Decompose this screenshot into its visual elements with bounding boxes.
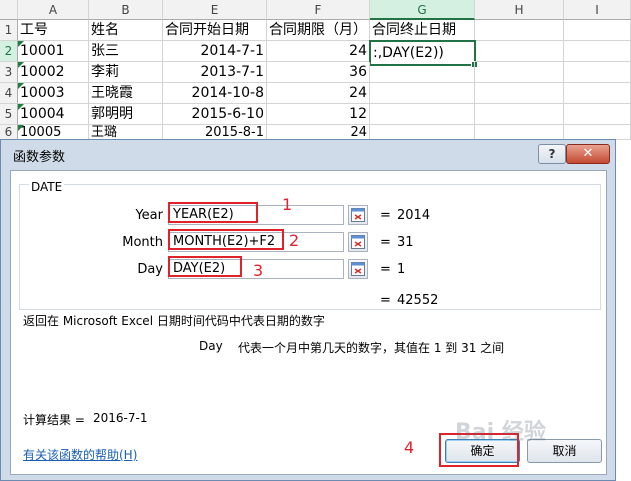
help-question-button[interactable]: ?: [538, 144, 566, 164]
cell-e6[interactable]: 2015-8-1: [163, 125, 267, 140]
cell-b6[interactable]: 王璐: [89, 125, 163, 140]
column-header-b[interactable]: B: [89, 0, 163, 20]
day-equals: =: [380, 262, 391, 277]
annotation-number-1: 1: [282, 195, 293, 214]
cell-i2[interactable]: [564, 41, 631, 62]
row-header-5[interactable]: 5: [0, 104, 18, 125]
cell-i5[interactable]: [564, 104, 631, 125]
cell-h2[interactable]: [475, 41, 564, 62]
arg-label-day: Day: [137, 262, 163, 277]
cell-f3[interactable]: 36: [267, 62, 370, 83]
cell-i6[interactable]: [564, 125, 631, 140]
row-header-2[interactable]: 2: [0, 41, 18, 62]
function-description: 返回在 Microsoft Excel 日期时间代码中代表日期的数字: [23, 314, 325, 328]
cell-b3[interactable]: 李莉: [89, 62, 163, 83]
cell-e2[interactable]: 2014-7-1: [163, 41, 267, 62]
cell-i3[interactable]: [564, 62, 631, 83]
year-collapse-button[interactable]: [348, 205, 368, 225]
select-all-corner[interactable]: [0, 0, 18, 20]
range-select-icon: [351, 208, 365, 222]
dialog-title: 函数参数: [13, 150, 66, 165]
row-header-6[interactable]: 6: [0, 125, 18, 140]
arg-label-month: Month: [122, 235, 163, 250]
calc-result-label: 计算结果 =: [23, 413, 85, 427]
cell-h4[interactable]: [475, 83, 564, 104]
cell-g5[interactable]: [370, 104, 475, 125]
cell-h1[interactable]: [475, 20, 564, 41]
cell-a6[interactable]: 10005: [18, 125, 89, 140]
range-select-icon: [351, 235, 365, 249]
day-result: 1: [397, 262, 406, 277]
annotation-number-4: 4: [404, 438, 415, 457]
function-name-label: DATE: [29, 180, 65, 194]
cell-e5[interactable]: 2015-6-10: [163, 104, 267, 125]
month-collapse-button[interactable]: [348, 232, 368, 252]
arg-help-text: 代表一个月中第几天的数字，其值在 1 到 31 之间: [238, 341, 505, 355]
month-equals: =: [380, 235, 391, 250]
baidu-watermark: Bai 经验: [455, 420, 546, 445]
cell-h5[interactable]: [475, 104, 564, 125]
close-icon: ✕: [582, 146, 594, 161]
year-equals: =: [380, 208, 391, 223]
cell-h3[interactable]: [475, 62, 564, 83]
spreadsheet: A B E F G H I 1 2 3 4 5 工号 姓名 合同开始日期 合同期…: [0, 0, 631, 140]
cell-f2[interactable]: 24: [267, 41, 370, 62]
row-header-1[interactable]: 1: [0, 20, 18, 41]
annotation-box-1: [168, 202, 258, 223]
column-header-e[interactable]: E: [163, 0, 267, 20]
dialog-titlebar[interactable]: 函数参数 ? ✕: [1, 140, 615, 168]
cell-g1[interactable]: 合同终止日期: [370, 20, 475, 41]
column-header-g[interactable]: G: [370, 0, 475, 20]
annotation-box-3: [168, 256, 242, 277]
close-button[interactable]: ✕: [566, 144, 610, 164]
cell-e4[interactable]: 2014-10-8: [163, 83, 267, 104]
column-header-h[interactable]: H: [475, 0, 564, 20]
arg-label-year: Year: [135, 208, 163, 223]
annotation-box-2: [168, 229, 284, 250]
month-result: 31: [397, 235, 414, 250]
cell-e3[interactable]: 2013-7-1: [163, 62, 267, 83]
cell-h6[interactable]: [475, 125, 564, 140]
cell-g3[interactable]: [370, 62, 475, 83]
function-help-link[interactable]: 有关该函数的帮助(H): [23, 446, 137, 463]
cell-a1[interactable]: 工号: [18, 20, 89, 41]
cell-f4[interactable]: 24: [267, 83, 370, 104]
cell-g6[interactable]: [370, 125, 475, 140]
cell-f1[interactable]: 合同期限（月）: [267, 20, 370, 41]
row-header-3[interactable]: 3: [0, 62, 18, 83]
annotation-number-3: 3: [253, 261, 264, 280]
calc-result-value: 2016-7-1: [93, 411, 148, 425]
year-result: 2014: [397, 208, 431, 223]
cell-a2[interactable]: 10001: [18, 41, 89, 62]
cell-f5[interactable]: 12: [267, 104, 370, 125]
cell-a4[interactable]: 10003: [18, 83, 89, 104]
cell-b2[interactable]: 张三: [89, 41, 163, 62]
annotation-number-2: 2: [289, 231, 300, 250]
cell-b4[interactable]: 王晓霞: [89, 83, 163, 104]
cell-a3[interactable]: 10002: [18, 62, 89, 83]
column-header-a[interactable]: A: [18, 0, 89, 20]
cell-a5[interactable]: 10004: [18, 104, 89, 125]
cell-f6[interactable]: 24: [267, 125, 370, 140]
formula-result: 42552: [397, 293, 439, 308]
column-header-i[interactable]: I: [564, 0, 631, 20]
column-header-f[interactable]: F: [267, 0, 370, 20]
cell-e1[interactable]: 合同开始日期: [163, 20, 267, 41]
row-header-4[interactable]: 4: [0, 83, 18, 104]
arg-help-name: Day: [199, 339, 223, 353]
day-collapse-button[interactable]: [348, 259, 368, 279]
cell-i1[interactable]: [564, 20, 631, 41]
cell-b5[interactable]: 郭明明: [89, 104, 163, 125]
cell-i4[interactable]: [564, 83, 631, 104]
cell-g2-formula: :,DAY(E2)): [373, 45, 444, 61]
formula-result-equals: =: [380, 293, 391, 308]
range-select-icon: [351, 262, 365, 276]
cell-g4[interactable]: [370, 83, 475, 104]
cell-b1[interactable]: 姓名: [89, 20, 163, 41]
